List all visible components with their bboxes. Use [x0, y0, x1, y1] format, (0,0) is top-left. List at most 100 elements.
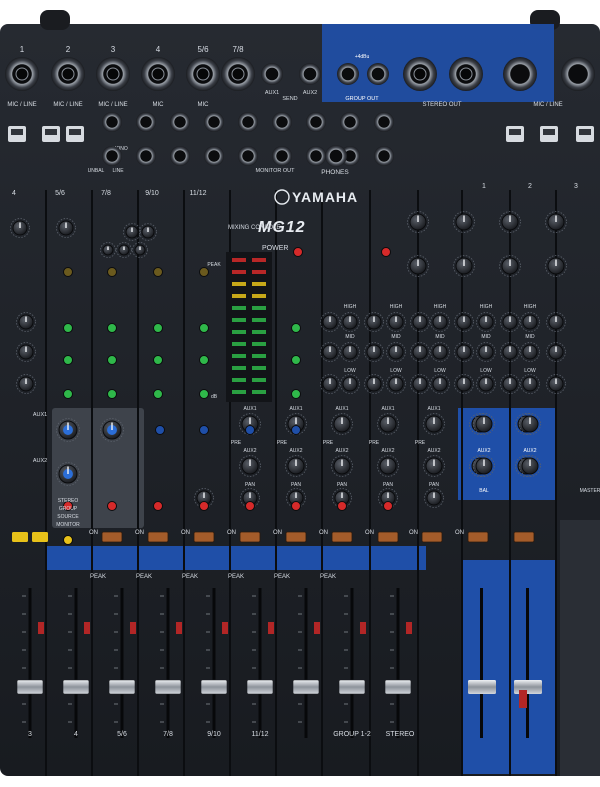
pan-knob[interactable]: [424, 488, 444, 508]
fader-cap[interactable]: [246, 679, 274, 695]
eq-mid-knob[interactable]: [386, 342, 406, 362]
line-input-jack[interactable]: [204, 112, 224, 132]
eq-high-knob[interactable]: [16, 312, 36, 332]
eq-high-knob[interactable]: [500, 312, 520, 332]
eq-high-knob[interactable]: [476, 312, 496, 332]
fader-cap[interactable]: [62, 679, 90, 695]
line-input-jack[interactable]: [136, 146, 156, 166]
line-input-jack[interactable]: [306, 112, 326, 132]
line-input-jack[interactable]: [170, 146, 190, 166]
gain-knob[interactable]: [10, 218, 30, 238]
xlr-combo-jack[interactable]: [503, 57, 537, 91]
line-input-jack[interactable]: [374, 146, 394, 166]
line-input-jack[interactable]: [238, 112, 258, 132]
eq-high-knob[interactable]: [410, 312, 430, 332]
pfl-button[interactable]: [176, 622, 182, 634]
xlr-combo-jack[interactable]: [51, 57, 85, 91]
eq-high-knob[interactable]: [364, 312, 384, 332]
line-input-jack[interactable]: [136, 112, 156, 132]
fader-cap[interactable]: [292, 679, 320, 695]
eq-low-knob[interactable]: [386, 374, 406, 394]
eq-mid-knob[interactable]: [546, 342, 566, 362]
eq-low-knob[interactable]: [16, 374, 36, 394]
fader-cap[interactable]: [108, 679, 136, 695]
eq-high-knob[interactable]: [546, 312, 566, 332]
eq-high-knob[interactable]: [340, 312, 360, 332]
eq-low-knob[interactable]: [454, 374, 474, 394]
pfl-button[interactable]: [360, 622, 366, 634]
eq-high-knob[interactable]: [386, 312, 406, 332]
stereo-out-xlr-jack[interactable]: [449, 57, 483, 91]
pfl-button[interactable]: [314, 622, 320, 634]
line-input-jack[interactable]: [374, 112, 394, 132]
eq-low-knob[interactable]: [410, 374, 430, 394]
eq-low-knob[interactable]: [340, 374, 360, 394]
line-input-jack[interactable]: [306, 146, 326, 166]
xlr-combo-jack[interactable]: [5, 57, 39, 91]
gain-knob[interactable]: [56, 218, 76, 238]
channel-on-button[interactable]: [513, 531, 535, 543]
eq-mid-knob[interactable]: [16, 342, 36, 362]
group-fader[interactable]: [480, 588, 483, 738]
stereo-out-xlr-jack[interactable]: [403, 57, 437, 91]
line-input-jack[interactable]: [238, 146, 258, 166]
output-jack[interactable]: [367, 63, 389, 85]
pfl-button[interactable]: [222, 622, 228, 634]
output-jack[interactable]: [337, 63, 359, 85]
monitor-select-button[interactable]: [12, 532, 28, 542]
eq-low-knob[interactable]: [364, 374, 384, 394]
pfl-button[interactable]: [406, 622, 412, 634]
xlr-combo-jack[interactable]: [561, 57, 595, 91]
group-fader-cap[interactable]: [468, 680, 496, 694]
fader-cap[interactable]: [338, 679, 366, 695]
fader-cap[interactable]: [154, 679, 182, 695]
xlr-combo-jack[interactable]: [96, 57, 130, 91]
eq-low-knob[interactable]: [476, 374, 496, 394]
eq-mid-knob[interactable]: [476, 342, 496, 362]
output-jack[interactable]: [261, 63, 283, 85]
fader-cap[interactable]: [16, 679, 44, 695]
eq-low-knob[interactable]: [430, 374, 450, 394]
eq-low-knob[interactable]: [500, 374, 520, 394]
output-jack[interactable]: [299, 63, 321, 85]
xlr-combo-jack[interactable]: [186, 57, 220, 91]
eq-mid-knob[interactable]: [410, 342, 430, 362]
hpf-switch[interactable]: [42, 126, 60, 142]
pfl-button[interactable]: [130, 622, 136, 634]
eq-mid-knob[interactable]: [454, 342, 474, 362]
eq-mid-knob[interactable]: [520, 342, 540, 362]
fader-cap[interactable]: [200, 679, 228, 695]
eq-high-knob[interactable]: [520, 312, 540, 332]
pfl-button[interactable]: [84, 622, 90, 634]
line-input-jack[interactable]: [170, 112, 190, 132]
monitor-select-button[interactable]: [32, 532, 48, 542]
line-input-jack[interactable]: [102, 146, 122, 166]
pfl-button[interactable]: [268, 622, 274, 634]
hpf-switch[interactable]: [506, 126, 524, 142]
line-input-jack[interactable]: [272, 146, 292, 166]
hpf-switch[interactable]: [66, 126, 84, 142]
eq-low-knob[interactable]: [520, 374, 540, 394]
hpf-switch[interactable]: [576, 126, 594, 142]
line-input-jack[interactable]: [272, 112, 292, 132]
line-input-jack[interactable]: [102, 112, 122, 132]
xlr-combo-jack[interactable]: [221, 57, 255, 91]
eq-high-knob[interactable]: [454, 312, 474, 332]
xlr-combo-jack[interactable]: [141, 57, 175, 91]
hpf-switch[interactable]: [540, 126, 558, 142]
eq-mid-knob[interactable]: [430, 342, 450, 362]
line-input-jack[interactable]: [340, 112, 360, 132]
eq-mid-knob[interactable]: [500, 342, 520, 362]
hpf-switch[interactable]: [8, 126, 26, 142]
eq-low-knob[interactable]: [546, 374, 566, 394]
pfl-button[interactable]: [38, 622, 44, 634]
fader-cap[interactable]: [384, 679, 412, 695]
line-input-jack[interactable]: [204, 146, 224, 166]
eq-mid-knob[interactable]: [340, 342, 360, 362]
eq-mid-knob[interactable]: [364, 342, 384, 362]
eq-high-knob[interactable]: [430, 312, 450, 332]
eq-high-knob[interactable]: [320, 312, 340, 332]
eq-mid-knob[interactable]: [320, 342, 340, 362]
phones-jack[interactable]: [325, 145, 347, 167]
eq-low-knob[interactable]: [320, 374, 340, 394]
